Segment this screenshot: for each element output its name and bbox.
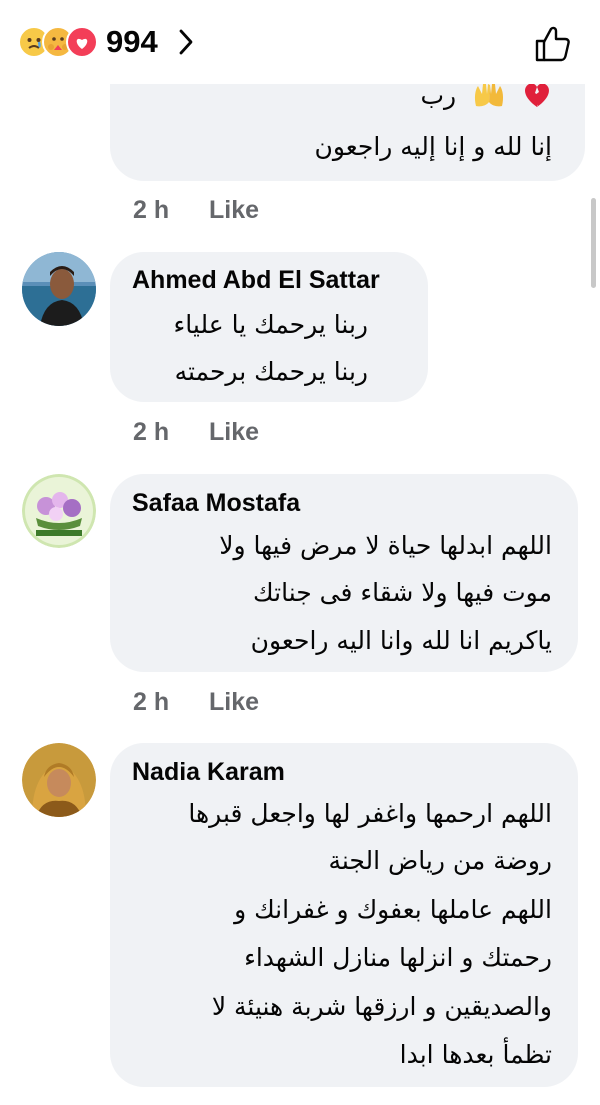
like-comment-button[interactable]: Like — [209, 688, 259, 717]
reactions-summary[interactable]: 994 — [18, 24, 194, 60]
commenter-name[interactable]: Safaa Mostafa — [132, 489, 300, 518]
reactions-header: 994 — [0, 0, 600, 84]
comment-text-line: تظمأ بعدها ابدا — [399, 1040, 552, 1069]
broken-heart-emoji — [522, 80, 552, 114]
comment-text-line: اللهم عاملها بعفوك و غفرانك و — [234, 895, 552, 924]
comment-text-line: موت فيها ولا شقاء فى جناتك — [253, 578, 552, 607]
comment-text-line: رحمتك و انزلها منازل الشهداء — [244, 943, 552, 972]
comment-time: 2 h — [133, 196, 170, 224]
reaction-count: 994 — [106, 24, 158, 59]
comment-text-line: رب — [110, 80, 552, 114]
scrollbar[interactable] — [591, 198, 596, 288]
comment-text-line: اللهم ابدلها حياة لا مرض فيها ولا — [219, 531, 552, 560]
comment-text-line: ربنا يرحمك يا علياء — [173, 310, 368, 339]
like-comment-button[interactable]: Like — [209, 196, 259, 225]
raising-hands-emoji — [472, 80, 506, 114]
avatar[interactable] — [22, 252, 96, 326]
comment-text-line: إنا لله و إنا إليه راجعون — [314, 132, 552, 161]
comment-text: رب — [420, 81, 457, 110]
love-reaction-icon — [66, 26, 98, 58]
comment-text-line: ياكريم انا لله وانا اليه راحعون — [250, 626, 552, 655]
commenter-name[interactable]: Nadia Karam — [132, 758, 285, 787]
comment-time: 2 h — [133, 418, 170, 446]
chevron-right-icon[interactable] — [178, 28, 194, 56]
comment-text-line: والصديقين و ارزقها شربة هنيئة لا — [211, 992, 552, 1021]
like-comment-button[interactable]: Like — [209, 418, 259, 447]
thumbs-up-icon[interactable] — [532, 24, 572, 64]
comment-text-line: روضة من رياض الجنة — [328, 846, 552, 875]
commenter-name[interactable]: Ahmed Abd El Sattar — [132, 266, 380, 295]
avatar[interactable] — [22, 743, 96, 817]
comment-text-line: اللهم ارحمها واغفر لها واجعل قبرها — [188, 799, 552, 828]
comment-text-line: ربنا يرحمك برحمته — [174, 357, 368, 386]
comment-time: 2 h — [133, 688, 170, 716]
avatar[interactable] — [22, 474, 96, 548]
